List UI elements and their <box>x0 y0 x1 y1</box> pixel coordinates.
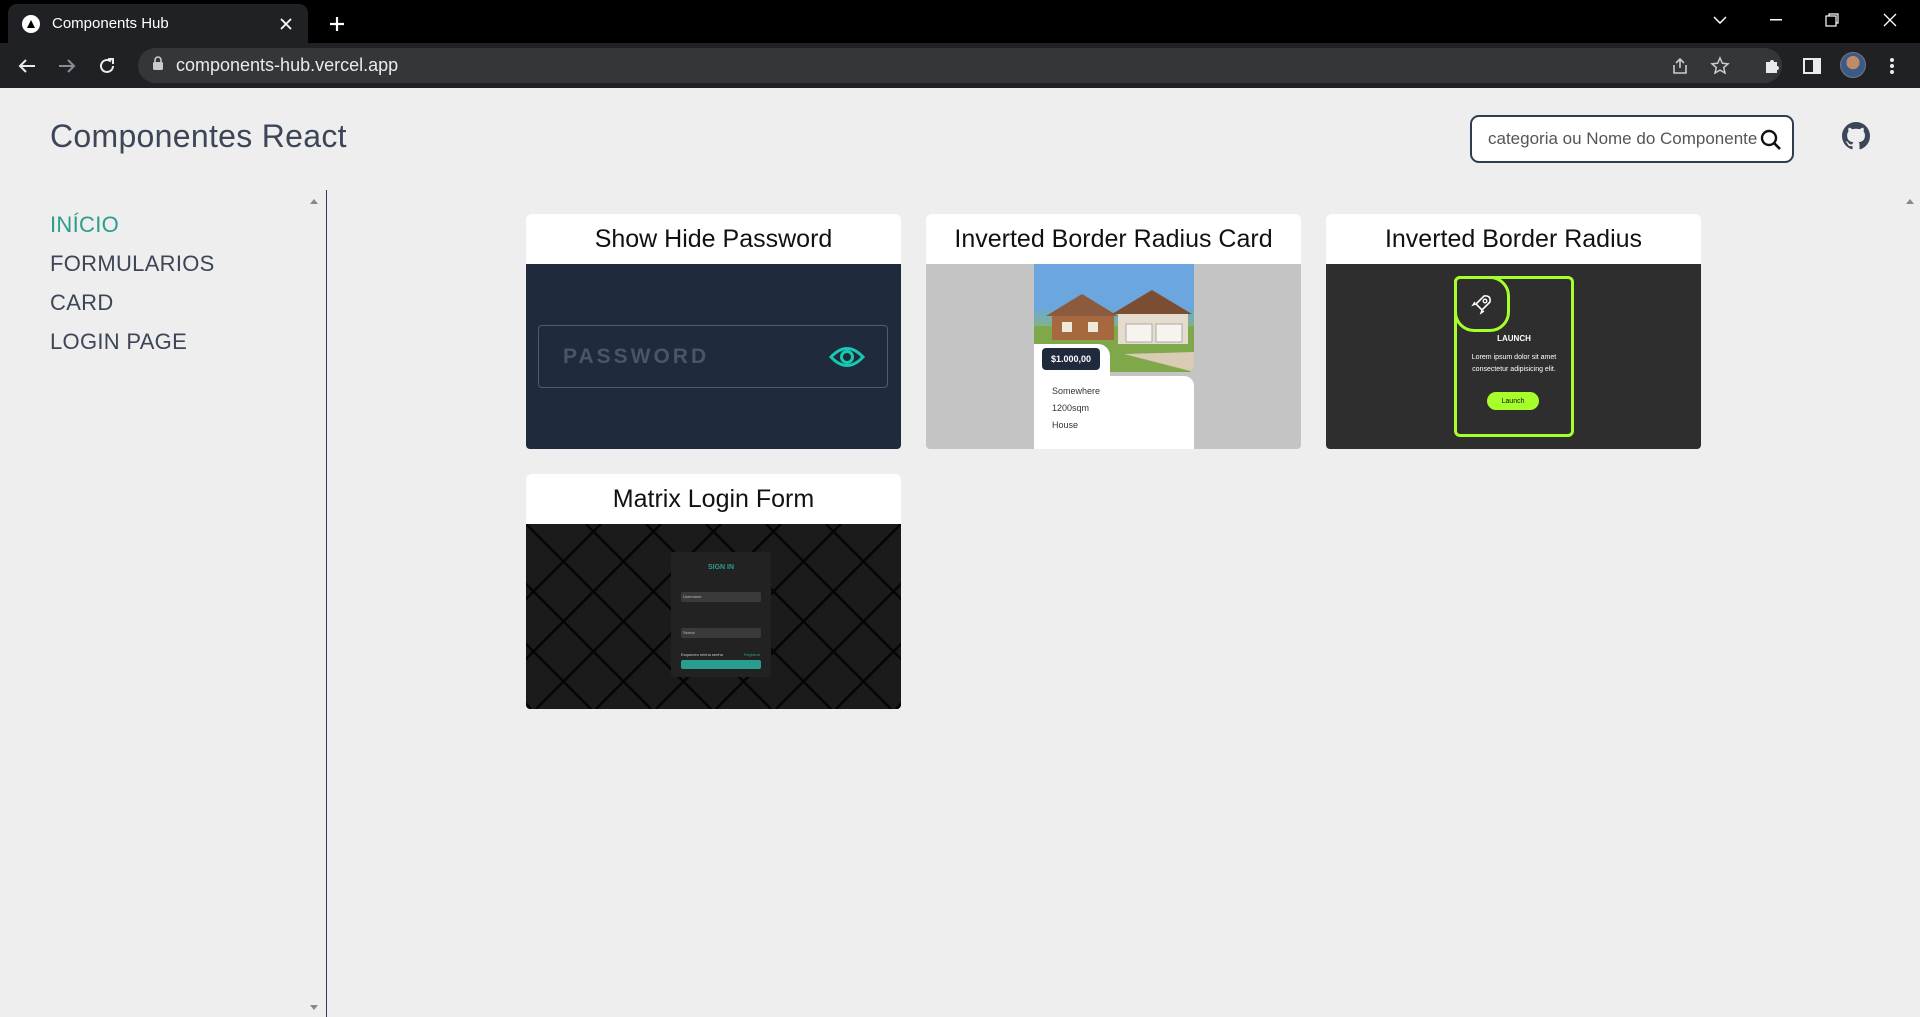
minimize-icon[interactable] <box>1748 0 1804 40</box>
search-box <box>1470 115 1794 163</box>
restore-icon[interactable] <box>1804 0 1860 40</box>
component-card-inverted-border-radius-card[interactable]: Inverted Border Radius Card $1.000,00 So… <box>926 214 1301 449</box>
url-text: components-hub.vercel.app <box>176 55 399 75</box>
search-input[interactable] <box>1488 129 1758 149</box>
main-scrollbar[interactable] <box>1902 190 1918 1017</box>
type-text: House <box>1052 420 1079 430</box>
signin-button <box>681 660 761 669</box>
card-title: Inverted Border Radius Card <box>926 214 1301 264</box>
username-field: Username <box>681 592 761 602</box>
browser-tab[interactable]: Components Hub <box>8 4 308 43</box>
profile-avatar[interactable] <box>1840 52 1866 78</box>
browser-tab-bar: Components Hub <box>0 0 1920 43</box>
card-preview: PASSWORD <box>526 264 901 449</box>
rocket-icon <box>1454 276 1510 332</box>
card-preview: $1.000,00 Somewhere 1200sqm House <box>926 264 1301 449</box>
sidebar-item-inicio[interactable]: INÍCIO <box>50 205 215 244</box>
area-text: 1200sqm <box>1052 403 1090 413</box>
sidebar-scrollbar[interactable] <box>306 190 322 1017</box>
tab-title: Components Hub <box>52 15 169 32</box>
password-placeholder: PASSWORD <box>563 344 710 368</box>
password-field-preview: PASSWORD <box>538 325 888 388</box>
card-title: Matrix Login Form <box>526 474 901 524</box>
tab-close-icon[interactable] <box>276 14 296 34</box>
sidebar-item-formularios[interactable]: FORMULARIOS <box>50 244 215 283</box>
browser-toolbar: components-hub.vercel.app <box>0 43 1920 88</box>
register-link: Registrar <box>744 652 761 657</box>
extensions-puzzle-icon[interactable] <box>1760 54 1784 78</box>
address-bar[interactable]: components-hub.vercel.app <box>138 48 1782 83</box>
share-icon[interactable] <box>1668 54 1692 78</box>
component-card-show-hide-password[interactable]: Show Hide Password PASSWORD <box>526 214 901 449</box>
location-text: Somewhere <box>1052 386 1101 396</box>
side-panel-icon[interactable] <box>1800 54 1824 78</box>
eye-icon <box>828 342 866 377</box>
forgot-password-text: Esqueceu minha senha <box>681 652 723 657</box>
launch-heading: LAUNCH <box>1497 334 1531 343</box>
new-tab-icon[interactable] <box>323 10 351 38</box>
content-divider <box>326 190 327 1017</box>
reload-icon[interactable] <box>90 49 124 83</box>
window-close-icon[interactable] <box>1862 0 1918 40</box>
lock-icon[interactable] <box>152 56 164 75</box>
card-preview: LAUNCH Lorem ipsum dolor sit amet consec… <box>1326 264 1701 449</box>
card-title: Show Hide Password <box>526 214 901 264</box>
component-card-inverted-border-radius[interactable]: Inverted Border Radius LAUNCH Lorem ipsu… <box>1326 214 1701 449</box>
sidebar-item-login-page[interactable]: LOGIN PAGE <box>50 322 215 361</box>
forward-arrow-icon[interactable] <box>50 49 84 83</box>
back-arrow-icon[interactable] <box>10 49 44 83</box>
component-card-matrix-login-form[interactable]: Matrix Login Form SIGN IN Username Senha… <box>526 474 901 709</box>
bookmark-star-icon[interactable] <box>1708 54 1732 78</box>
search-icon[interactable] <box>1760 129 1782 156</box>
price-badge: $1.000,00 <box>1042 348 1101 370</box>
github-icon[interactable] <box>1842 122 1870 150</box>
vercel-favicon-icon <box>22 14 40 33</box>
password-field: Senha <box>681 628 761 638</box>
launch-body: Lorem ipsum dolor sit amet consectetur a… <box>1471 354 1557 373</box>
page-title: Componentes React <box>50 118 347 154</box>
launch-button: Launch <box>1487 392 1539 410</box>
card-preview: SIGN IN Username Senha Esqueceu minha se… <box>526 524 901 709</box>
sidebar-nav: INÍCIO FORMULARIOS CARD LOGIN PAGE <box>50 205 215 361</box>
tab-search-chevron-icon[interactable] <box>1692 0 1748 40</box>
signin-heading: SIGN IN <box>707 564 735 571</box>
browser-menu-icon[interactable] <box>1880 54 1904 78</box>
card-title: Inverted Border Radius <box>1326 214 1701 264</box>
sidebar-item-card[interactable]: CARD <box>50 283 215 322</box>
